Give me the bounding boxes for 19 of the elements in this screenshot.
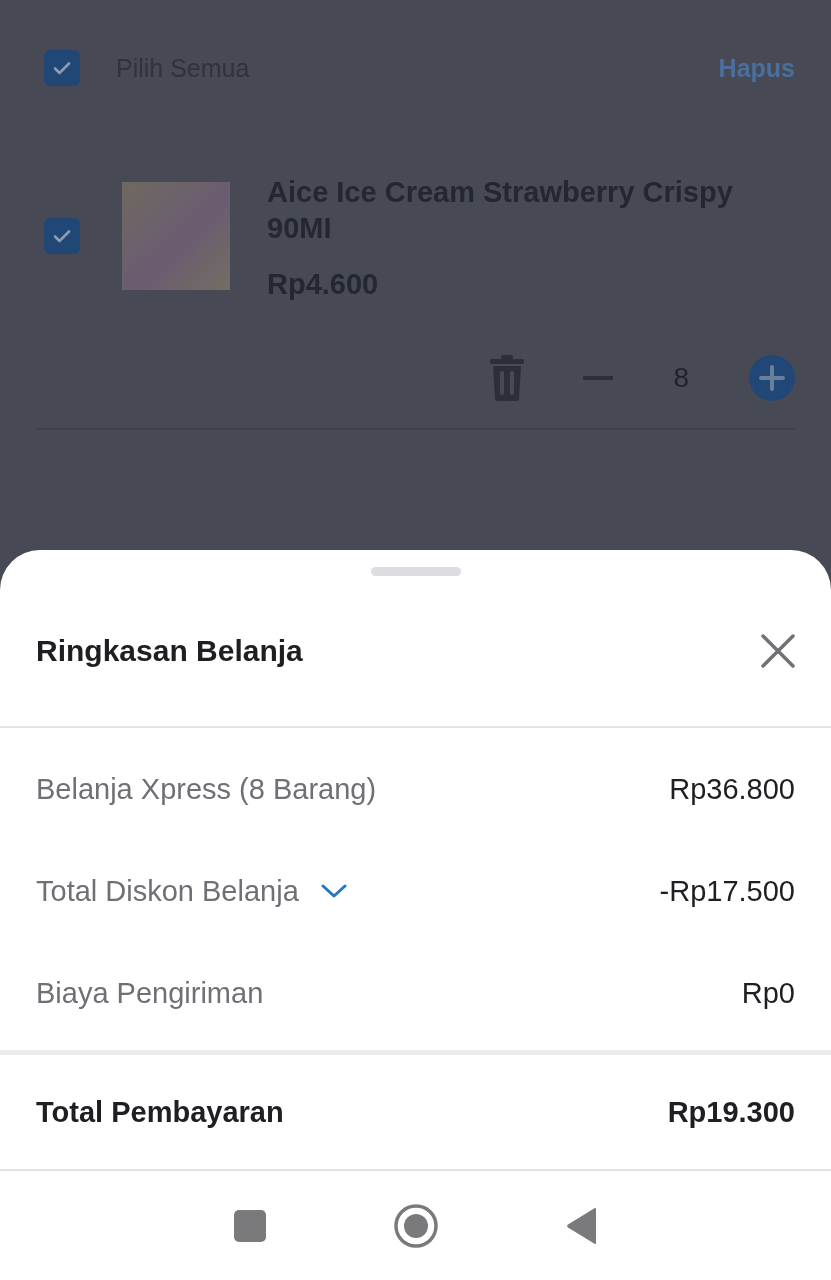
home-icon[interactable]	[393, 1204, 438, 1248]
delete-link[interactable]: Hapus	[718, 53, 795, 83]
drag-handle[interactable]	[370, 567, 461, 576]
summary-label: Biaya Pengiriman	[36, 976, 264, 1010]
summary-value: Rp36.800	[669, 772, 795, 806]
total-value: Rp19.300	[667, 1095, 795, 1129]
summary-label: Total Diskon Belanja	[36, 874, 299, 908]
summary-label: Belanja Xpress (8 Barang)	[36, 772, 377, 806]
close-icon[interactable]	[761, 634, 795, 668]
plus-icon[interactable]	[749, 355, 795, 401]
summary-value: Rp0	[741, 976, 795, 1010]
total-label: Total Pembayaran	[36, 1095, 284, 1129]
recents-icon[interactable]	[233, 1210, 266, 1242]
checkbox[interactable]	[44, 218, 80, 254]
sheet-title: Ringkasan Belanja	[36, 634, 303, 668]
chevron-down-icon[interactable]	[320, 883, 347, 899]
checkbox[interactable]	[44, 50, 80, 86]
summary-value: -Rp17.500	[659, 874, 795, 908]
back-icon[interactable]	[565, 1208, 598, 1244]
